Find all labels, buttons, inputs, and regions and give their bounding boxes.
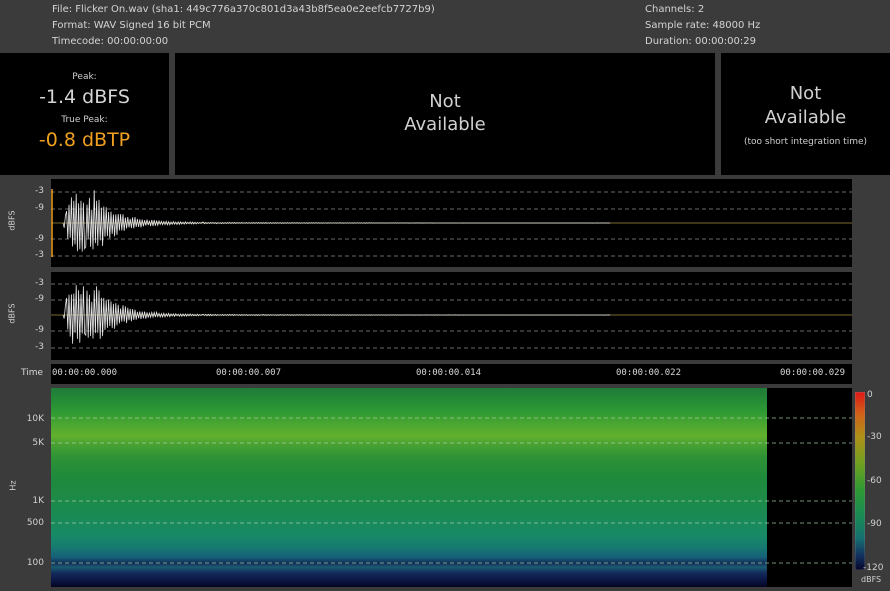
time-tick-1: 00:00:00.007 (216, 368, 282, 378)
time-axis-label: Time (21, 368, 44, 378)
range-panel: Not Available (too short integration tim… (721, 53, 890, 175)
waveform-trace-2 (62, 284, 611, 344)
waveform-ylabel-1: dBFS (7, 210, 17, 231)
range-line1: Not (789, 83, 822, 104)
scale-tick-120: -120 (863, 563, 884, 573)
hz-tick-10k: 10K (26, 414, 44, 424)
channels-info: Channels: 2 (645, 4, 705, 15)
wave2-tick-1: -3 (35, 278, 44, 288)
time-tick-4: 00:00:00.029 (780, 368, 846, 378)
time-axis: 00:00:00.000 00:00:00.007 00:00:00.014 0… (51, 364, 852, 384)
duration-info: Duration: 00:00:00:29 (645, 36, 756, 47)
true-peak-value: -0.8 dBTP (38, 129, 131, 151)
wave2-tick-4: -3 (35, 342, 44, 352)
waveform-path (62, 190, 611, 252)
peak-value: -1.4 dBFS (39, 86, 130, 108)
hz-tick-100: 100 (26, 558, 44, 568)
wave1-tick-1: -3 (35, 186, 44, 196)
wave1-tick-4: -3 (35, 250, 44, 260)
hz-tick-5k: 5K (32, 438, 44, 448)
file-info: File: Flicker On.wav (sha1: 449c776a370c… (52, 4, 435, 15)
hz-tick-500: 500 (26, 518, 44, 528)
scale-tick-90: -90 (867, 519, 882, 529)
scale-unit: dBFS (861, 575, 882, 584)
time-tick-3: 00:00:00.022 (616, 368, 682, 378)
wave2-tick-2: -9 (35, 294, 44, 304)
range-line2: Available (764, 107, 847, 128)
wave1-tick-3: -9 (35, 234, 44, 244)
waveform-path (62, 284, 611, 344)
scale-tick-0: 0 (867, 390, 873, 400)
timecode-info: Timecode: 00:00:00:00 (52, 36, 169, 47)
time-tick-2: 00:00:00.014 (416, 368, 482, 378)
wave1-tick-2: -9 (35, 203, 44, 213)
scale-tick-30: -30 (867, 432, 882, 442)
range-note: (too short integration time) (743, 137, 868, 147)
scale-tick-60: -60 (867, 476, 882, 486)
sample-rate-info: Sample rate: 48000 Hz (645, 20, 761, 31)
true-peak-label: True Peak: (61, 115, 108, 125)
loudness-line2: Available (404, 114, 486, 135)
peak-panel: Peak: -1.4 dBFS True Peak: -0.8 dBTP (0, 53, 169, 175)
hz-tick-1k: 1K (32, 496, 44, 506)
waveform-channel-1 (51, 179, 852, 267)
spectrogram-ylabel: Hz (8, 480, 18, 491)
peak-label: Peak: (72, 72, 97, 82)
waveform-trace-1 (62, 190, 611, 252)
color-scale-bar (855, 392, 865, 570)
waveform-channel-2 (51, 272, 852, 360)
waveform-ylabel-2: dBFS (7, 303, 17, 324)
spectrogram (51, 388, 852, 587)
format-info: Format: WAV Signed 16 bit PCM (52, 20, 211, 31)
loudness-line1: Not (429, 91, 461, 112)
loudness-panel: Not Available (175, 53, 715, 175)
wave2-tick-3: -9 (35, 325, 44, 335)
time-tick-0: 00:00:00.000 (52, 368, 118, 378)
